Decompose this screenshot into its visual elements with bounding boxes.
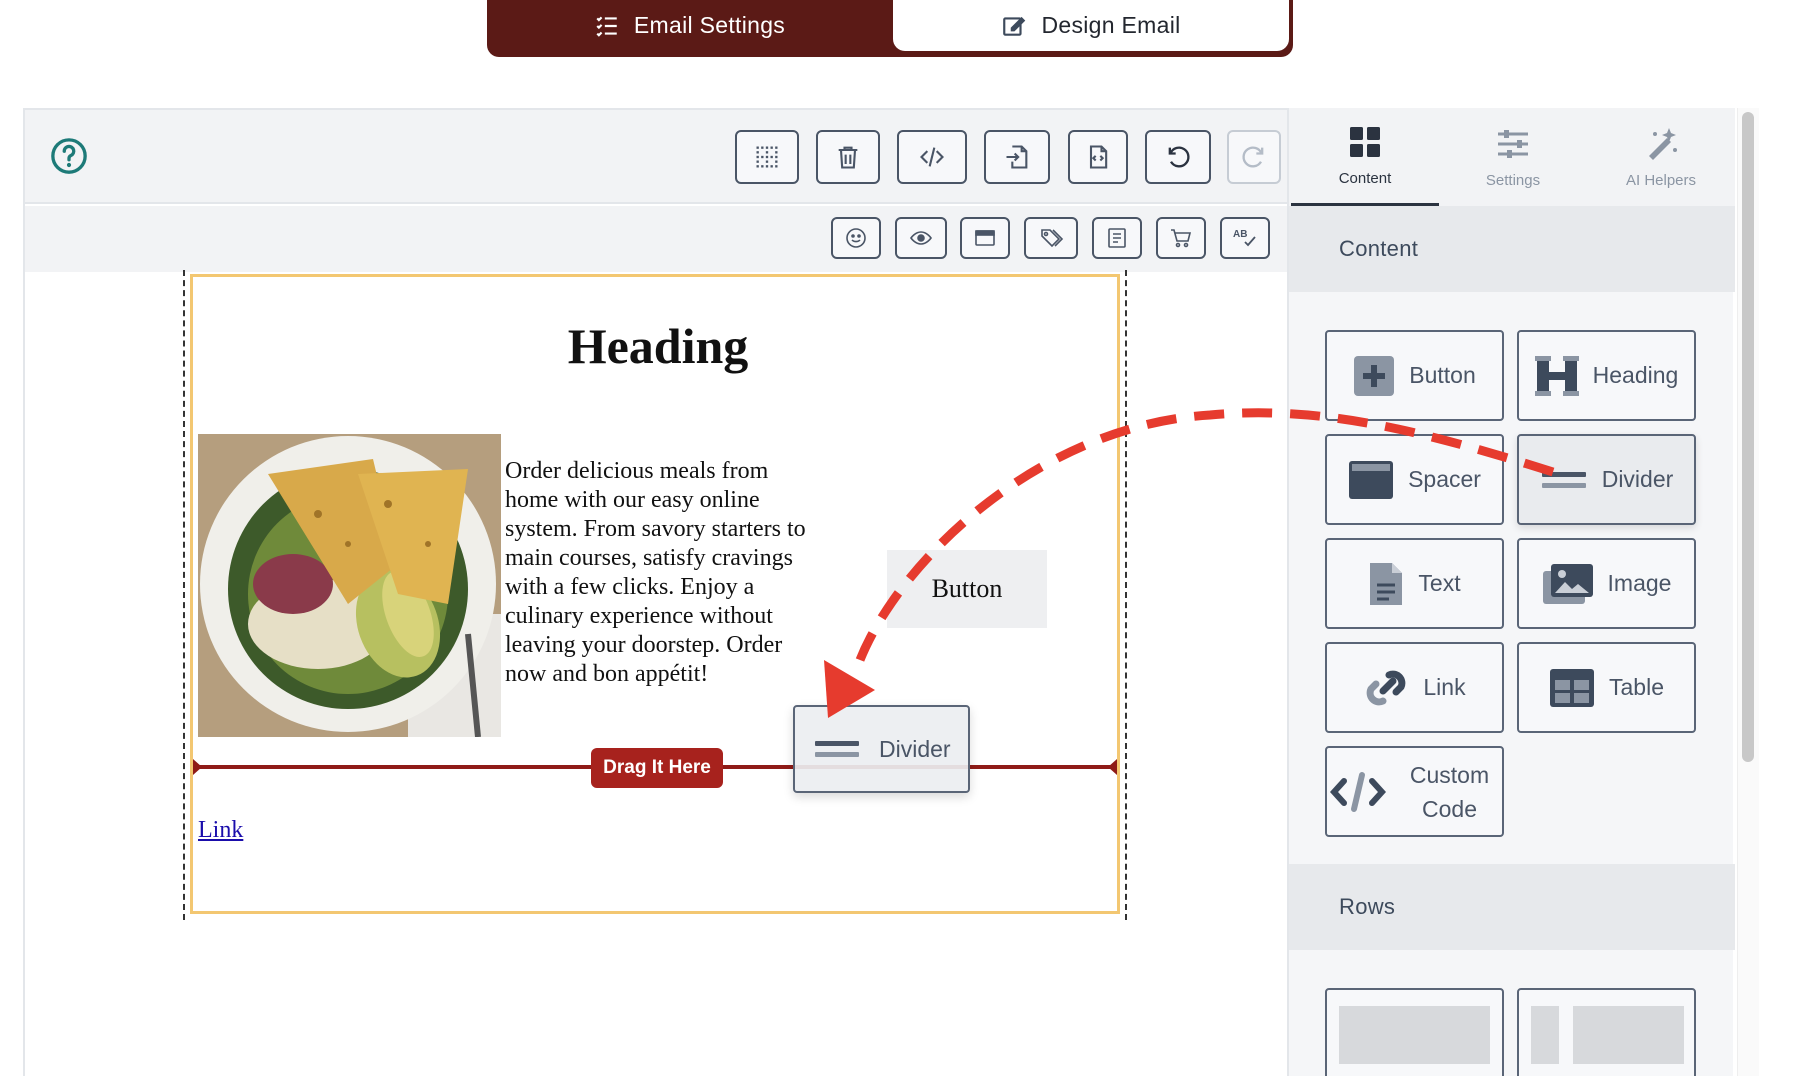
block-image[interactable]: Image [1517,538,1696,629]
heading-h-icon [1534,355,1579,396]
smiley-icon [846,228,866,248]
trash-icon [838,146,858,169]
html-code-button[interactable] [897,130,967,184]
rows-section-header: Rows [1289,864,1735,950]
canvas-guide-right [1125,270,1127,920]
redo-icon [1242,146,1264,168]
design-email-tab[interactable]: Design Email [893,0,1289,51]
tab-settings-label: Settings [1485,171,1541,189]
block-custom-code-label: Custom Code [1409,761,1490,822]
preview-button[interactable] [895,217,947,259]
products-button[interactable] [1156,217,1206,259]
design-email-label: Design Email [1041,12,1181,38]
spellcheck-button[interactable]: AB [1220,217,1270,259]
dragged-block-label: Divider [879,735,951,762]
export-html-button[interactable] [1068,130,1128,184]
magic-wand-icon [1649,127,1677,160]
email-settings-tab[interactable]: Email Settings [487,0,892,51]
block-custom-code[interactable]: Custom Code [1325,746,1504,837]
image-icon [1542,563,1593,604]
block-heading[interactable]: Heading [1517,330,1696,421]
plus-square-icon [1354,355,1395,396]
import-button[interactable] [984,130,1050,184]
tab-content[interactable]: Content [1291,108,1439,206]
block-heading-label: Heading [1592,362,1679,388]
spellcheck-icon: AB [1233,229,1256,247]
emoji-button[interactable] [831,217,881,259]
food-image[interactable] [198,434,501,737]
undo-button[interactable] [1145,130,1211,184]
tab-ai-helpers[interactable]: AI Helpers [1587,108,1735,206]
block-link-label: Link [1423,674,1466,700]
row-layout-1-column[interactable] [1325,988,1504,1076]
email-body-text[interactable]: Order delicious meals from home with our… [505,457,815,689]
canvas-guide-left [183,270,185,920]
email-heading[interactable]: Heading [193,317,1123,375]
tab-ai-helpers-label: AI Helpers [1625,171,1697,189]
cart-icon [1171,229,1192,248]
block-image-label: Image [1607,570,1672,596]
spacer-icon [1349,460,1394,499]
right-panel: Content Settings AI Helpers Content Butt… [1287,108,1735,1076]
grid-toggle-button[interactable] [735,130,799,184]
block-link[interactable]: Link [1325,642,1504,733]
window-icon [975,230,995,246]
drop-indicator-cap-left [193,759,202,775]
panel-tabs: Content Settings AI Helpers [1289,108,1735,206]
content-section-header: Content [1289,206,1735,292]
salad-bowl-image [198,434,501,737]
table-icon [1550,668,1594,707]
browser-view-button[interactable] [960,217,1010,259]
main-toolbar [25,110,1287,204]
email-link[interactable]: Link [198,817,243,844]
block-text-label: Text [1418,570,1461,596]
block-divider[interactable]: Divider [1517,434,1696,525]
svg-text:AB: AB [1233,229,1247,240]
email-settings-label: Email Settings [633,12,786,38]
document-icon [1370,562,1403,605]
block-button-label: Button [1409,362,1476,388]
delete-button[interactable] [816,130,880,184]
block-table[interactable]: Table [1517,642,1696,733]
email-button-block[interactable]: Button [887,550,1047,628]
file-import-icon [1006,145,1028,169]
tab-settings[interactable]: Settings [1439,108,1587,206]
eye-icon [910,231,932,245]
row-layout-2-column[interactable] [1517,988,1696,1076]
block-spacer[interactable]: Spacer [1325,434,1504,525]
file-code-icon [1089,145,1108,169]
panel-scrollbar[interactable] [1742,112,1754,762]
form-button[interactable] [1092,217,1142,259]
tags-icon [1041,229,1064,248]
drag-it-here-badge: Drag It Here [591,748,723,788]
email-canvas[interactable]: Heading Order delicious meals from home … [190,274,1120,914]
dragged-divider-block[interactable]: Divider [793,705,970,793]
divider-icon [815,741,859,757]
redo-button[interactable] [1227,130,1281,184]
code-icon [920,147,944,167]
mode-switch: Email Settings Design Email [487,0,1293,57]
block-table-label: Table [1609,674,1664,700]
help-icon[interactable] [50,137,88,175]
tags-button[interactable] [1024,217,1078,259]
block-text[interactable]: Text [1325,538,1504,629]
block-spacer-label: Spacer [1408,466,1481,492]
chain-link-icon [1367,670,1406,705]
code-icon [1329,771,1386,812]
form-icon [1108,228,1126,248]
edit-icon [1003,16,1026,36]
tab-content-label: Content [1338,170,1392,187]
block-divider-label: Divider [1601,466,1674,492]
checklist-icon [596,16,617,37]
undo-icon [1168,146,1190,168]
dotted-grid-icon [756,146,778,168]
grid-icon [1350,127,1380,157]
divider-icon [1541,471,1586,488]
secondary-toolbar: AB [25,206,1287,272]
drop-indicator-cap-right [1108,759,1117,775]
sliders-icon [1498,129,1528,158]
block-button[interactable]: Button [1325,330,1504,421]
